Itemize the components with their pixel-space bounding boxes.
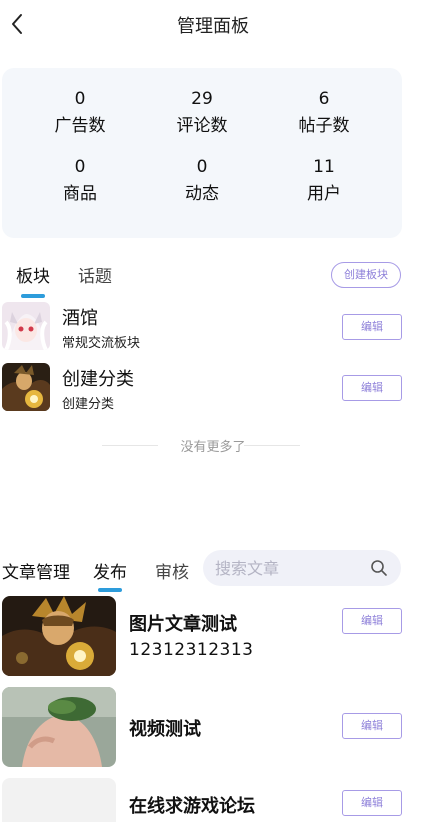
article-list-item[interactable]: 在线求游戏论坛 编辑 [0,778,426,822]
edit-button[interactable]: 编辑 [342,314,402,340]
stat-label: 动态 [185,184,219,204]
edit-button[interactable]: 编辑 [342,790,402,816]
stat-label: 广告数 [54,116,106,136]
edit-button[interactable]: 编辑 [342,608,402,634]
end-of-list-indicator: 没有更多了 [0,436,426,456]
divider-line [102,445,158,446]
article-thumbnail [2,778,116,822]
active-tab-indicator [98,588,122,592]
edit-button[interactable]: 编辑 [342,713,402,739]
stat-value: 29 [191,89,213,109]
tab-boards[interactable]: 板块 [16,262,50,287]
stats-card: 0 广告数 29 评论数 6 帖子数 0 商品 0 动态 11 用户 [2,68,402,238]
board-thumbnail [2,363,50,411]
stat-label: 用户 [307,184,341,204]
board-list-item[interactable]: 酒馆 常规交流板块 编辑 [0,302,426,352]
article-thumbnail [2,596,116,676]
article-thumbnail [2,687,116,767]
divider-line [244,445,300,446]
header: 管理面板 [0,0,426,48]
edit-button[interactable]: 编辑 [342,375,402,401]
stat-comments[interactable]: 29 评论数 [142,88,262,138]
stat-label: 商品 [63,184,97,204]
stat-ads[interactable]: 0 广告数 [20,88,140,138]
search-input[interactable] [215,557,365,579]
article-title: 视频测试 [129,719,201,740]
article-title: 图片文章测试 [129,614,237,635]
board-list-item[interactable]: 创建分类 创建分类 编辑 [0,363,426,413]
stat-value: 0 [196,157,208,177]
stat-value: 11 [313,157,335,177]
stat-label: 帖子数 [298,116,350,136]
tab-topics[interactable]: 话题 [78,262,112,287]
create-board-button[interactable]: 创建板块 [331,262,401,288]
board-name: 创建分类 [62,369,134,390]
article-management-heading: 文章管理 [2,563,70,583]
stat-label: 评论数 [176,116,228,136]
board-thumbnail [2,302,50,350]
stat-posts[interactable]: 6 帖子数 [264,88,384,138]
tab-published[interactable]: 发布 [93,558,127,583]
search-box [203,550,401,586]
tab-review[interactable]: 审核 [155,558,189,583]
page-title: 管理面板 [177,16,249,37]
board-name: 酒馆 [62,308,98,329]
stat-value: 0 [74,89,86,109]
stat-value: 6 [318,89,330,109]
stat-users[interactable]: 11 用户 [264,156,384,206]
article-subtitle: 12312312313 [129,640,254,660]
stat-products[interactable]: 0 商品 [20,156,140,206]
end-of-list-text: 没有更多了 [180,440,246,455]
stat-moments[interactable]: 0 动态 [142,156,262,206]
search-icon[interactable] [370,559,388,577]
article-list-item[interactable]: 图片文章测试 12312312313 编辑 [0,596,426,676]
active-tab-indicator [21,294,45,298]
article-title: 在线求游戏论坛 [129,796,255,817]
board-description: 创建分类 [62,397,115,412]
board-description: 常规交流板块 [62,336,141,351]
stat-value: 0 [74,157,86,177]
article-list-item[interactable]: 视频测试 编辑 [0,687,426,767]
